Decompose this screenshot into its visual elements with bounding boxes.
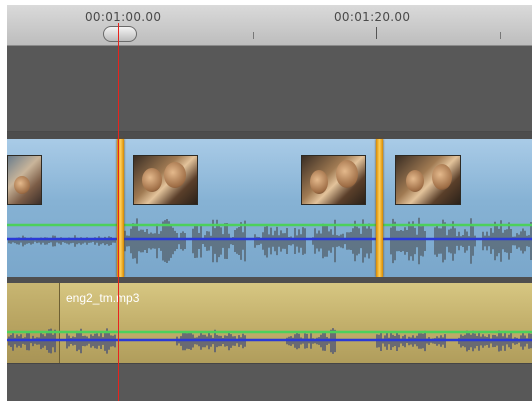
clip-thumbnail bbox=[301, 155, 366, 205]
timeline-panel: 00:01:00.00 00:01:20.00 eng2_tm.mp3 bbox=[7, 5, 532, 401]
video-track[interactable] bbox=[7, 139, 532, 277]
playhead-scrub-handle-icon[interactable] bbox=[103, 26, 137, 42]
audio-clip-name: eng2_tm.mp3 bbox=[66, 291, 140, 305]
playhead-line[interactable] bbox=[118, 23, 119, 401]
clip-thumbnail bbox=[133, 155, 198, 205]
ruler-tick bbox=[376, 27, 377, 39]
time-ruler[interactable]: 00:01:00.00 00:01:20.00 bbox=[7, 5, 532, 46]
clip-thumbnail bbox=[7, 155, 42, 205]
track-divider bbox=[7, 132, 532, 139]
clip-edit-handle-right[interactable] bbox=[376, 139, 383, 277]
empty-track[interactable] bbox=[7, 363, 532, 401]
empty-overlay-track[interactable] bbox=[7, 46, 532, 132]
audio-waveform bbox=[7, 328, 532, 354]
ruler-tick bbox=[253, 32, 254, 39]
timecode-label-2: 00:01:20.00 bbox=[334, 10, 411, 24]
timecode-label-1: 00:01:00.00 bbox=[85, 10, 162, 24]
clip-thumbnail bbox=[395, 155, 461, 205]
video-audio-waveform bbox=[7, 217, 532, 265]
ruler-tick bbox=[500, 32, 501, 39]
audio-track[interactable]: eng2_tm.mp3 bbox=[7, 283, 532, 363]
